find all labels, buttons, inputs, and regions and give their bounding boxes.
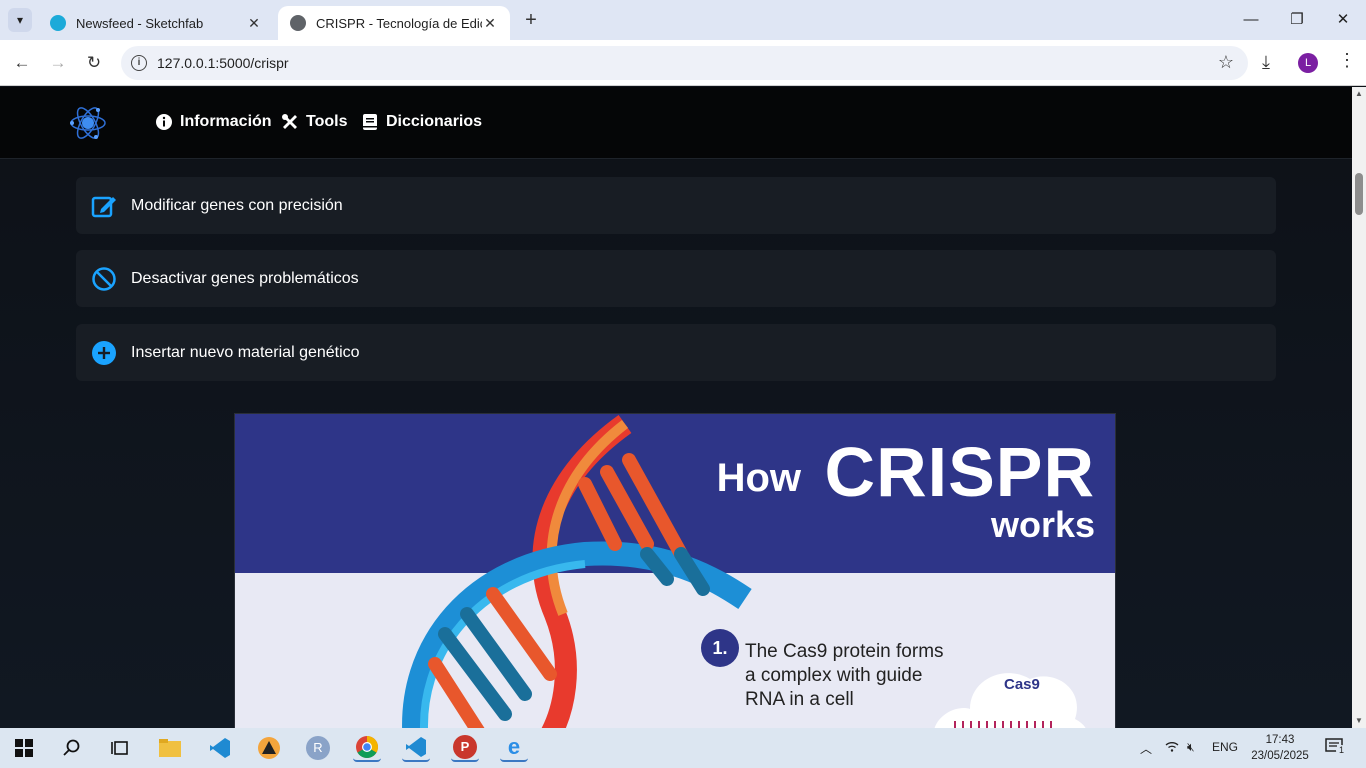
close-icon[interactable]: ✕	[246, 15, 262, 32]
infographic-crispr: CRISPR	[824, 433, 1095, 511]
feature-label: Modificar genes con precisión	[131, 196, 343, 214]
bookmark-star-icon[interactable]: ☆	[1218, 52, 1234, 73]
scroll-down-arrow-icon[interactable]: ▼	[1352, 714, 1366, 728]
close-icon[interactable]: ✕	[482, 15, 498, 32]
feature-card-insertar[interactable]: Insertar nuevo material genético	[76, 324, 1276, 381]
nav-informacion[interactable]: Información	[155, 113, 272, 131]
scroll-up-arrow-icon[interactable]: ▲	[1352, 87, 1366, 101]
volume-muted-icon[interactable]: 🔇︎	[1187, 740, 1195, 755]
back-button[interactable]: ←	[9, 50, 35, 76]
atom-logo-icon[interactable]	[68, 103, 108, 143]
feature-label: Insertar nuevo material genético	[131, 343, 360, 361]
nav-label: Información	[180, 113, 272, 130]
new-tab-button[interactable]: +	[520, 8, 542, 32]
feature-card-modificar[interactable]: Modificar genes con precisión	[76, 177, 1276, 234]
ban-icon	[92, 266, 116, 291]
taskbar-clock[interactable]: 17:43 23/05/2025	[1244, 732, 1316, 764]
forward-button[interactable]: →	[45, 50, 71, 76]
wifi-icon[interactable]	[1165, 740, 1179, 755]
download-icon[interactable]: ⤓	[1262, 52, 1270, 73]
tray-chevron-icon[interactable]: ︿	[1140, 740, 1152, 757]
infographic-cas9-label: Cas9	[1004, 676, 1040, 693]
language-indicator[interactable]: ENG	[1212, 740, 1238, 754]
vscode-icon[interactable]	[206, 734, 234, 762]
tab-newsfeed[interactable]: Newsfeed - Sketchfab ✕	[38, 6, 274, 40]
scroll-thumb[interactable]	[1355, 173, 1363, 215]
page-scrollbar[interactable]: ▲ ▼	[1352, 87, 1366, 728]
postman-icon[interactable]: P	[451, 734, 479, 762]
crispr-infographic-image: How CRISPR works 1. The Cas9 protein for…	[234, 413, 1116, 728]
address-bar[interactable]: i 127.0.0.1:5000/crispr ☆	[121, 46, 1248, 80]
nav-tools[interactable]: Tools	[281, 113, 347, 131]
profile-avatar[interactable]: L	[1298, 53, 1318, 73]
edit-icon	[91, 196, 116, 217]
infographic-step-text: The Cas9 protein forms a complex with gu…	[745, 641, 944, 710]
tab-search-button[interactable]: ▾	[8, 8, 32, 32]
page-content: Información Tools Diccionarios Modificar…	[0, 87, 1352, 728]
file-explorer-icon[interactable]	[156, 734, 184, 762]
infographic-works: works	[990, 504, 1095, 545]
nav-diccionarios[interactable]: Diccionarios	[361, 113, 482, 131]
tab-crispr[interactable]: CRISPR - Tecnología de Edición ✕	[278, 6, 510, 40]
feature-label: Desactivar genes problemáticos	[131, 269, 359, 287]
windows-start-icon[interactable]	[10, 734, 38, 762]
nav-label: Diccionarios	[386, 113, 483, 130]
chrome-icon[interactable]	[353, 734, 381, 762]
site-info-icon[interactable]: i	[131, 55, 147, 71]
feature-card-desactivar[interactable]: Desactivar genes problemáticos	[76, 250, 1276, 307]
restore-button[interactable]: ❐	[1274, 8, 1320, 32]
plus-circle-icon	[92, 340, 116, 365]
site-navbar: Información Tools Diccionarios	[0, 87, 1352, 159]
window-close-button[interactable]: ✕	[1320, 8, 1366, 32]
clock-date: 23/05/2025	[1251, 750, 1309, 762]
notification-count: 1	[1336, 745, 1347, 756]
browser-menu-icon[interactable]: ⋮	[1338, 50, 1356, 71]
search-icon[interactable]	[58, 734, 86, 762]
clock-time: 17:43	[1265, 734, 1295, 746]
vscode-icon-2[interactable]	[402, 734, 430, 762]
browser-tabbar: ▾ Newsfeed - Sketchfab ✕ CRISPR - Tecnol…	[0, 0, 1366, 40]
infographic-how: How	[716, 456, 801, 500]
r-language-icon[interactable]: R	[304, 734, 332, 762]
info-circle-icon	[156, 114, 172, 130]
minimize-button[interactable]: —	[1228, 8, 1274, 32]
sketchfab-icon	[50, 15, 66, 31]
tab-title: CRISPR - Tecnología de Edición	[316, 15, 482, 31]
notification-center-icon[interactable]: 1	[1325, 738, 1347, 759]
book-icon	[363, 114, 377, 130]
url-text[interactable]: 127.0.0.1:5000/crispr	[157, 55, 289, 71]
windows-taskbar: R P e ︿ 🔇︎ ENG 17:43 23/05/2025 1	[0, 728, 1366, 768]
tab-title: Newsfeed - Sketchfab	[76, 15, 204, 31]
nav-label: Tools	[306, 113, 348, 130]
internet-explorer-icon[interactable]: e	[500, 734, 528, 762]
reload-button[interactable]: ↻	[81, 50, 107, 76]
task-view-icon[interactable]	[106, 734, 134, 762]
tools-icon	[282, 114, 297, 129]
globe-icon	[290, 15, 306, 31]
app-triangle-icon[interactable]	[255, 734, 283, 762]
browser-toolbar: ← → ↻ i 127.0.0.1:5000/crispr ☆	[0, 40, 1366, 86]
infographic-step-number: 1.	[701, 629, 739, 667]
